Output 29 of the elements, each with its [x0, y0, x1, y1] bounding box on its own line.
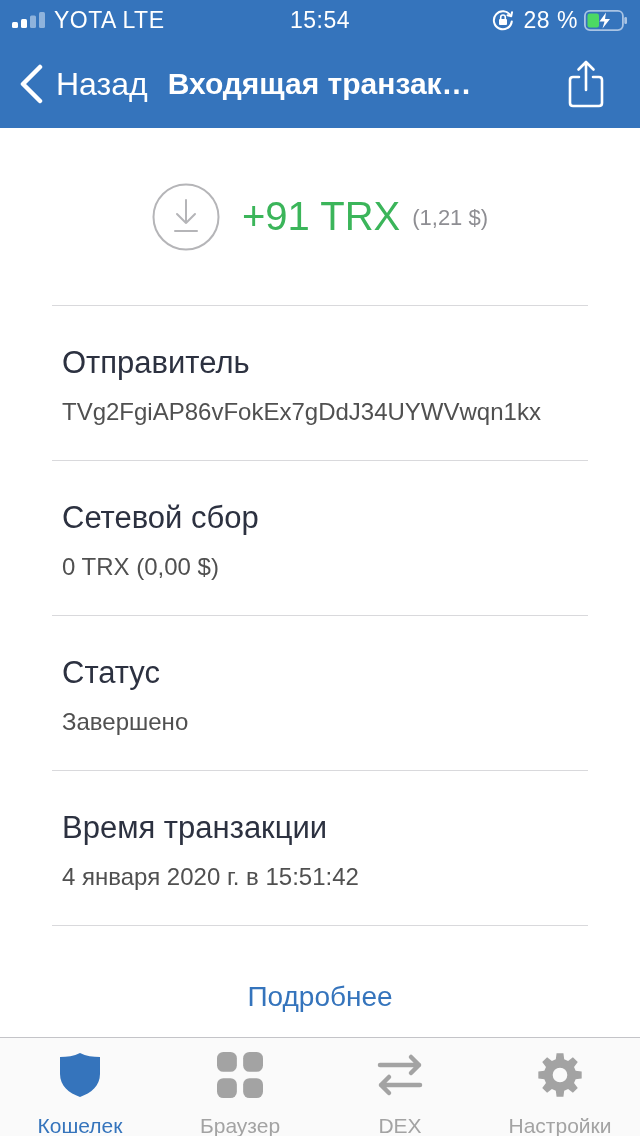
detail-label: Отправитель [62, 344, 250, 382]
shield-icon [57, 1052, 103, 1098]
detail-label: Статус [62, 654, 160, 692]
detail-value: Завершено [62, 707, 189, 737]
back-button[interactable]: Назад [18, 64, 148, 104]
detail-value: 0 TRX (0,00 $) [62, 552, 219, 582]
detail-label: Сетевой сбор [62, 499, 259, 537]
detail-label: Время транзакции [62, 809, 328, 847]
swap-arrows-icon [377, 1052, 423, 1098]
clock-time: 15:54 [289, 7, 351, 33]
tab-item[interactable]: DEX [377, 1038, 423, 1136]
screen-title: Входящая транзак… [167, 67, 472, 101]
tab-item[interactable]: Кошелек [37, 1038, 123, 1136]
amount-text: +91 TRX [241, 194, 401, 239]
settings-icon [537, 1052, 583, 1098]
rotation-lock-icon [491, 9, 514, 31]
battery-percent: 28 % [523, 7, 578, 33]
detail-value: 4 января 2020 г. в 15:51:42 [62, 862, 359, 892]
download-circle-icon [151, 182, 220, 251]
battery-charging-icon [584, 9, 628, 31]
share-button[interactable] [566, 59, 606, 109]
detail-value: TVg2FgiAP86vFokEx7gDdJ34UYWVwqn1kx [62, 397, 541, 427]
fiat-value-text: (1,21 $) [412, 204, 489, 231]
chevron-left-icon [18, 64, 44, 104]
share-icon [566, 59, 606, 109]
more-link[interactable]: Подробнее [247, 980, 393, 1014]
signal-icon [12, 12, 46, 28]
carrier-label: YOTA LTE [54, 7, 165, 33]
grid-icon [217, 1052, 263, 1098]
